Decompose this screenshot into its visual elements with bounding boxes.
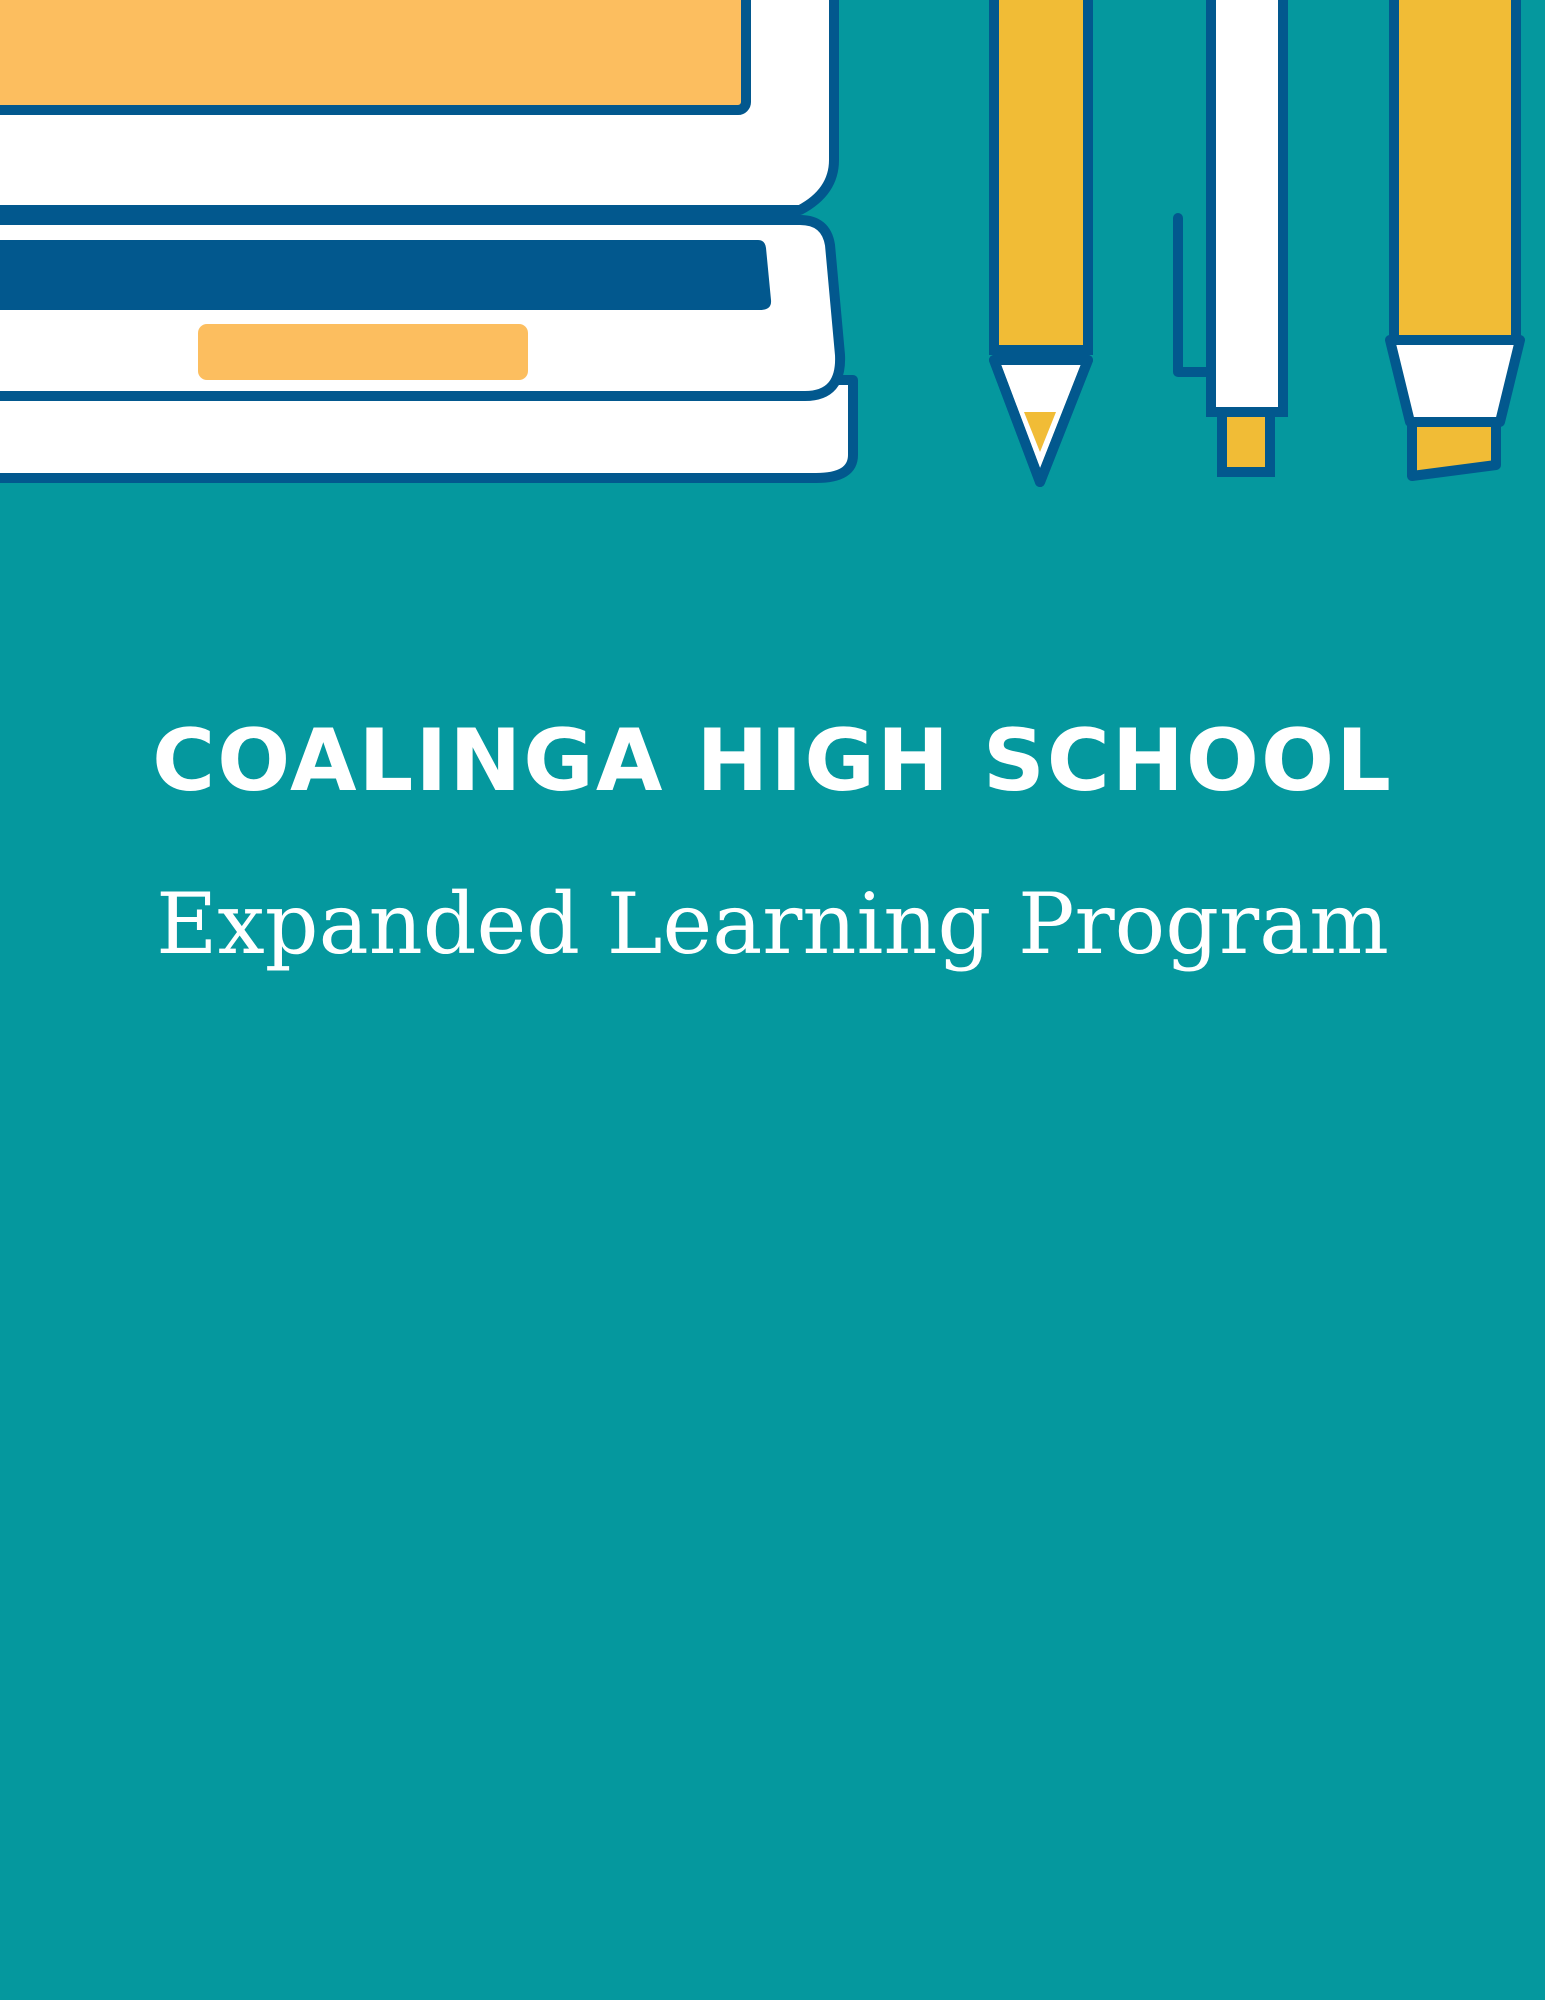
school-name-title: COALINGA HIGH SCHOOL [152, 711, 1393, 811]
pencil-icon [989, 0, 1093, 487]
marker-icon [1385, 0, 1525, 481]
pen-icon [1173, 0, 1288, 477]
school-supplies-illustration [0, 0, 1525, 487]
program-subtitle: Expanded Learning Program [156, 875, 1389, 973]
cover-page: COALINGA HIGH SCHOOL Expanded Learning P… [0, 0, 1545, 2000]
laptop-icon [0, 0, 858, 483]
